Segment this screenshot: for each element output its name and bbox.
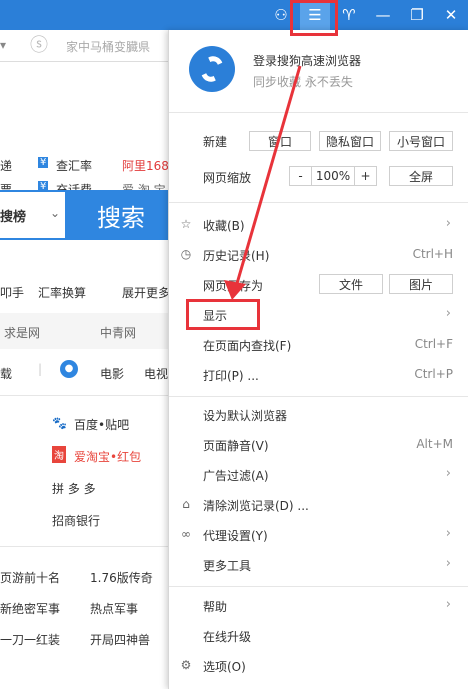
annotation-arrow	[224, 65, 302, 300]
